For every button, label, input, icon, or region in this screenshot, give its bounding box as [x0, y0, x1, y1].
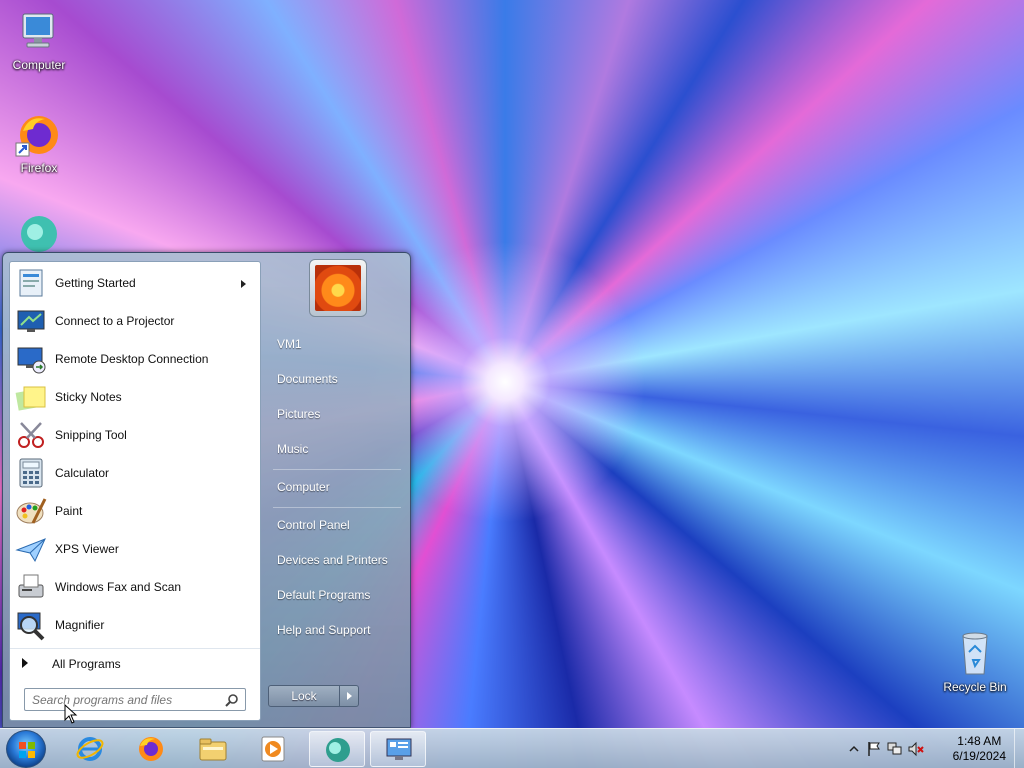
- calculator-icon: [15, 457, 47, 489]
- program-remote-desktop-connection[interactable]: Remote Desktop Connection: [12, 341, 258, 377]
- show-desktop-button[interactable]: [1014, 729, 1024, 768]
- taskbar: 1:48 AM 6/19/2024: [0, 728, 1024, 768]
- clock-date: 6/19/2024: [952, 749, 1006, 763]
- program-magnifier[interactable]: Magnifier: [12, 607, 258, 643]
- internet-explorer-icon: [76, 737, 104, 761]
- sticky-notes-icon: [15, 381, 47, 413]
- program-paint[interactable]: Paint: [12, 493, 258, 529]
- control-panel-icon: [386, 738, 412, 760]
- action-center-flag-icon[interactable]: [866, 741, 882, 757]
- clock[interactable]: 1:48 AM 6/19/2024: [953, 734, 1006, 764]
- paint-palette-icon: [15, 495, 47, 527]
- clock-time: 1:48 AM: [957, 734, 1002, 748]
- program-label: Sticky Notes: [55, 390, 122, 404]
- taskbar-internet-explorer[interactable]: [62, 731, 118, 767]
- mouse-cursor-icon: [64, 704, 78, 724]
- program-label: Connect to a Projector: [55, 314, 175, 328]
- desktop-icon-label: Firefox: [20, 161, 58, 175]
- program-label: Remote Desktop Connection: [55, 352, 209, 366]
- notification-area: 1:48 AM 6/19/2024: [842, 729, 1024, 768]
- firefox-icon: [139, 737, 163, 761]
- fax-icon: [15, 571, 47, 603]
- magnifier-icon: [15, 609, 47, 641]
- show-hidden-icons-icon[interactable]: [846, 741, 862, 757]
- program-getting-started[interactable]: Getting Started: [12, 265, 258, 301]
- computer-icon: [15, 8, 63, 56]
- program-connect-to-a-projector[interactable]: Connect to a Projector: [12, 303, 258, 339]
- program-windows-fax-and-scan[interactable]: Windows Fax and Scan: [12, 569, 258, 605]
- search-input[interactable]: [25, 689, 215, 710]
- right-item-user-folder[interactable]: VM1: [269, 329, 407, 359]
- right-item-pictures[interactable]: Pictures: [269, 399, 407, 429]
- submenu-arrow-icon: [241, 280, 246, 288]
- program-calculator[interactable]: Calculator: [12, 455, 258, 491]
- windows-explorer-icon: [199, 738, 227, 761]
- all-programs-button[interactable]: All Programs: [10, 648, 260, 676]
- desktop-icon-firefox[interactable]: Firefox: [1, 111, 77, 175]
- right-item-default-programs[interactable]: Default Programs: [269, 580, 407, 610]
- firefox-icon: [15, 111, 63, 159]
- taskbar-control-panel[interactable]: [370, 731, 426, 767]
- start-button[interactable]: [6, 730, 46, 768]
- app-icon: [326, 738, 350, 762]
- program-label: Getting Started: [55, 276, 136, 290]
- taskbar-firefox[interactable]: [123, 731, 179, 767]
- program-xps-viewer[interactable]: XPS Viewer: [12, 531, 258, 567]
- recycle-bin-icon: [951, 630, 999, 678]
- desktop-icon-recycle-bin[interactable]: Recycle Bin: [937, 630, 1013, 694]
- right-item-documents[interactable]: Documents: [269, 364, 407, 394]
- right-item-control-panel[interactable]: Control Panel: [269, 510, 407, 540]
- program-snipping-tool[interactable]: Snipping Tool: [12, 417, 258, 453]
- program-label: Calculator: [55, 466, 110, 480]
- projector-icon: [15, 305, 47, 337]
- media-player-icon: [261, 736, 285, 762]
- desktop-icon-computer[interactable]: Computer: [1, 8, 77, 72]
- paper-plane-icon: [15, 533, 47, 565]
- triangle-right-icon: [22, 658, 28, 668]
- right-item-computer[interactable]: Computer: [269, 472, 407, 502]
- program-label: Windows Fax and Scan: [55, 580, 182, 594]
- windows-logo-icon: [19, 742, 35, 758]
- shutdown-options-button[interactable]: [339, 685, 359, 707]
- desktop-icon-label: Recycle Bin: [943, 680, 1007, 694]
- getting-started-icon: [15, 267, 47, 299]
- programs-pane: Getting Started Connect to a Projector R…: [9, 261, 261, 721]
- program-label: Paint: [55, 504, 83, 518]
- right-item-music[interactable]: Music: [269, 434, 407, 464]
- divider: [273, 469, 401, 470]
- start-menu: Getting Started Connect to a Projector R…: [2, 252, 411, 728]
- program-sticky-notes[interactable]: Sticky Notes: [12, 379, 258, 415]
- taskbar-app[interactable]: [309, 731, 365, 767]
- right-item-devices-and-printers[interactable]: Devices and Printers: [269, 545, 407, 575]
- remote-desktop-icon: [15, 343, 47, 375]
- program-label: Snipping Tool: [55, 428, 127, 442]
- volume-muted-icon[interactable]: [908, 741, 924, 757]
- divider: [273, 507, 401, 508]
- search-icon[interactable]: [225, 693, 239, 707]
- program-label: Magnifier: [55, 618, 105, 632]
- flower-icon: [315, 265, 361, 311]
- all-programs-label: All Programs: [52, 657, 121, 671]
- user-picture[interactable]: [309, 259, 367, 317]
- lock-button[interactable]: Lock: [268, 685, 340, 707]
- scissors-icon: [15, 419, 47, 451]
- taskbar-media-player[interactable]: [245, 731, 301, 767]
- program-label: XPS Viewer: [55, 542, 119, 556]
- network-icon[interactable]: [887, 741, 903, 757]
- right-item-help-and-support[interactable]: Help and Support: [269, 615, 407, 645]
- taskbar-windows-explorer[interactable]: [185, 731, 241, 767]
- desktop-icon-label: Computer: [12, 58, 66, 72]
- search-box[interactable]: [24, 688, 246, 711]
